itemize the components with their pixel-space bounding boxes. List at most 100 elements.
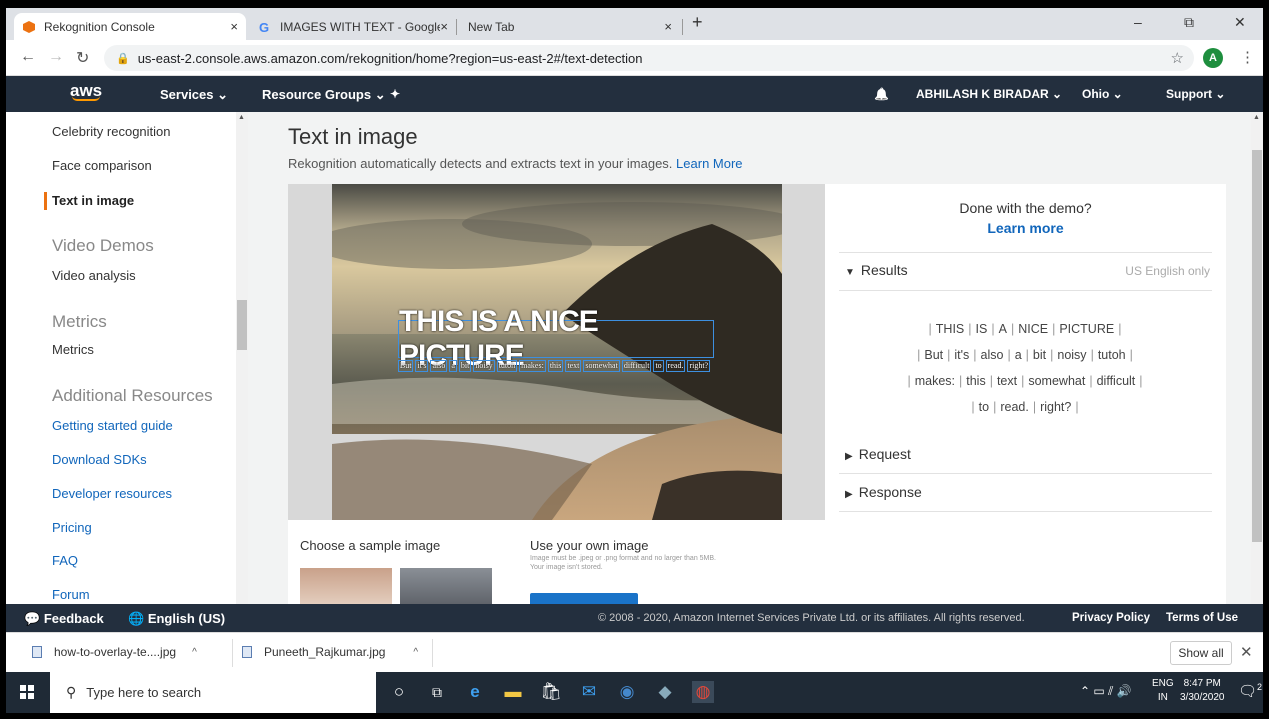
tab-close-icon[interactable]: ×: [440, 19, 448, 34]
detected-word: difficult: [1096, 374, 1136, 388]
tab-close-icon[interactable]: ×: [664, 19, 672, 34]
feedback-label: Feedback: [43, 611, 104, 626]
close-downloads-icon[interactable]: ✕: [1240, 643, 1253, 661]
learn-more-link[interactable]: Learn more: [825, 220, 1226, 236]
sidebar-item-text-in-image[interactable]: Text in image: [52, 193, 134, 208]
separator: |: [947, 348, 951, 362]
results-panel: Done with the demo? Learn more ▼ Results …: [825, 184, 1226, 604]
terms-of-use-link[interactable]: Terms of Use: [1166, 612, 1238, 624]
sidebar-item-metrics[interactable]: Metrics: [52, 342, 94, 357]
region-menu[interactable]: Ohio ⌄: [1082, 87, 1123, 101]
sidebar-link-pricing[interactable]: Pricing: [52, 520, 92, 535]
own-image-note: Image must be .jpeg or .png format and n…: [530, 555, 716, 571]
detected-line: | makes: | this | text | somewhat | difficult |: [845, 368, 1205, 394]
separator: |: [993, 400, 997, 414]
detected-word: NICE: [1018, 322, 1049, 336]
windows-start-icon[interactable]: [20, 685, 34, 699]
sidebar-item-face-comparison[interactable]: Face comparison: [52, 158, 152, 173]
mail-icon[interactable]: ✉: [578, 681, 600, 703]
chrome-icon[interactable]: ◍: [692, 681, 714, 703]
file-explorer-icon[interactable]: ▬: [502, 681, 524, 703]
store-icon[interactable]: 🛍: [540, 681, 562, 703]
detected-word-box: noisy: [473, 360, 495, 372]
detected-word-box: it's: [415, 360, 429, 372]
app-icon[interactable]: ◉: [616, 681, 638, 703]
sidebar-scrollbar[interactable]: ▲: [236, 112, 248, 604]
bookmark-star-icon[interactable]: ☆: [1171, 49, 1184, 67]
system-clock[interactable]: 8:47 PM 3/30/2020: [1180, 677, 1225, 705]
sidebar-link-getting-started[interactable]: Getting started guide: [52, 418, 173, 433]
upload-button[interactable]: [530, 593, 638, 604]
sidebar-item-celebrity-recognition[interactable]: Celebrity recognition: [52, 124, 171, 139]
chevron-up-icon[interactable]: ^: [413, 647, 418, 658]
download-item[interactable]: Puneeth_Rajkumar.jpg ^: [242, 645, 418, 659]
taskbar-search-box[interactable]: ⚲ Type here to search: [50, 672, 376, 713]
restore-icon[interactable]: ⧉: [1184, 14, 1194, 31]
minimize-icon[interactable]: –: [1134, 14, 1142, 30]
cortana-icon[interactable]: ○: [388, 681, 410, 703]
results-label: Results: [860, 262, 908, 278]
input-language[interactable]: ENG IN: [1152, 677, 1174, 705]
demo-photo: THIS IS A NICE PICTURE But it's also a bit no…: [332, 184, 782, 520]
learn-more-link[interactable]: Learn More: [676, 156, 742, 171]
system-tray-icons[interactable]: ⌃ ▭ ⫽ 🔊: [1080, 684, 1132, 699]
request-toggle[interactable]: ▶ Request: [845, 446, 911, 462]
subtitle-text: Rekognition automatically detects and ex…: [288, 156, 673, 171]
language-label: English (US): [147, 611, 226, 626]
feedback-button[interactable]: 💬 Feedback: [24, 611, 104, 627]
detected-word-box: right?: [687, 360, 711, 372]
user-menu[interactable]: ABHILASH K BIRADAR ⌄: [916, 87, 1062, 101]
detected-word: this: [966, 374, 986, 388]
detected-word-box: text: [565, 360, 582, 372]
back-arrow-icon[interactable]: ←: [20, 48, 36, 66]
detected-text-results: | THIS | IS | A | NICE | PICTURE | | But | it's | also | a…: [845, 316, 1205, 420]
browser-menu-icon[interactable]: ⋮: [1240, 48, 1255, 66]
chevron-up-icon[interactable]: ^: [192, 647, 197, 658]
sidebar-item-video-analysis[interactable]: Video analysis: [52, 268, 136, 283]
response-toggle[interactable]: ▶ Response: [845, 484, 922, 500]
sidebar-link-developer-resources[interactable]: Developer resources: [52, 486, 172, 501]
tab-rekognition-console[interactable]: Rekognition Console ×: [14, 13, 246, 40]
detected-word: read.: [1000, 400, 1029, 414]
forward-arrow-icon[interactable]: →: [48, 48, 64, 66]
sidebar-link-faq[interactable]: FAQ: [52, 553, 78, 568]
sample-image-thumbnail[interactable]: [400, 568, 492, 604]
resource-groups-menu[interactable]: Resource Groups ⌄: [262, 87, 386, 103]
task-view-icon[interactable]: ⧉: [426, 681, 448, 703]
tab-label: New Tab: [468, 19, 515, 34]
reload-icon[interactable]: ↻: [76, 48, 89, 68]
sidebar-link-forum[interactable]: Forum: [52, 587, 90, 602]
window-close-icon[interactable]: ✕: [1234, 14, 1246, 31]
clock-date: 3/30/2020: [1180, 692, 1225, 703]
detected-word-box: a: [449, 360, 457, 372]
tab-google-search[interactable]: G IMAGES WITH TEXT - Google Sea ×: [250, 13, 456, 40]
detected-word: also: [980, 348, 1004, 362]
results-toggle[interactable]: ▼ Results: [845, 262, 908, 278]
tab-close-icon[interactable]: ×: [230, 19, 238, 34]
pin-icon[interactable]: ✦: [390, 87, 400, 101]
aws-logo[interactable]: aws: [70, 81, 102, 101]
main-scrollbar[interactable]: ▲: [1251, 112, 1263, 604]
show-all-button[interactable]: Show all: [1170, 641, 1232, 665]
services-menu[interactable]: Services ⌄: [160, 87, 228, 103]
app-icon[interactable]: ◆: [654, 681, 676, 703]
bell-icon[interactable]: 🔔: [874, 87, 889, 101]
edge-browser-icon[interactable]: e: [464, 681, 486, 703]
new-tab-button[interactable]: +: [692, 12, 703, 33]
download-item[interactable]: how-to-overlay-te....jpg ^: [32, 645, 197, 659]
detected-word: But: [924, 348, 944, 362]
separator: |: [1089, 374, 1093, 388]
sidebar: Celebrity recognition Face comparison Te…: [6, 112, 248, 604]
notifications-icon[interactable]: 🗨2: [1238, 682, 1262, 700]
profile-avatar[interactable]: A: [1203, 48, 1223, 68]
sidebar-link-download-sdks[interactable]: Download SDKs: [52, 452, 147, 467]
support-menu[interactable]: Support ⌄: [1166, 87, 1225, 101]
tab-new-tab[interactable]: New Tab ×: [460, 13, 680, 40]
privacy-policy-link[interactable]: Privacy Policy: [1072, 612, 1150, 624]
sample-image-thumbnail[interactable]: [300, 568, 392, 604]
separator: |: [968, 322, 972, 336]
aws-logo-text: aws: [70, 81, 103, 100]
language-selector[interactable]: 🌐 English (US): [128, 611, 225, 627]
url-field[interactable]: 🔒 us-east-2.console.aws.amazon.com/rekog…: [104, 45, 1194, 71]
detected-word-box: tutoh: [496, 360, 518, 372]
